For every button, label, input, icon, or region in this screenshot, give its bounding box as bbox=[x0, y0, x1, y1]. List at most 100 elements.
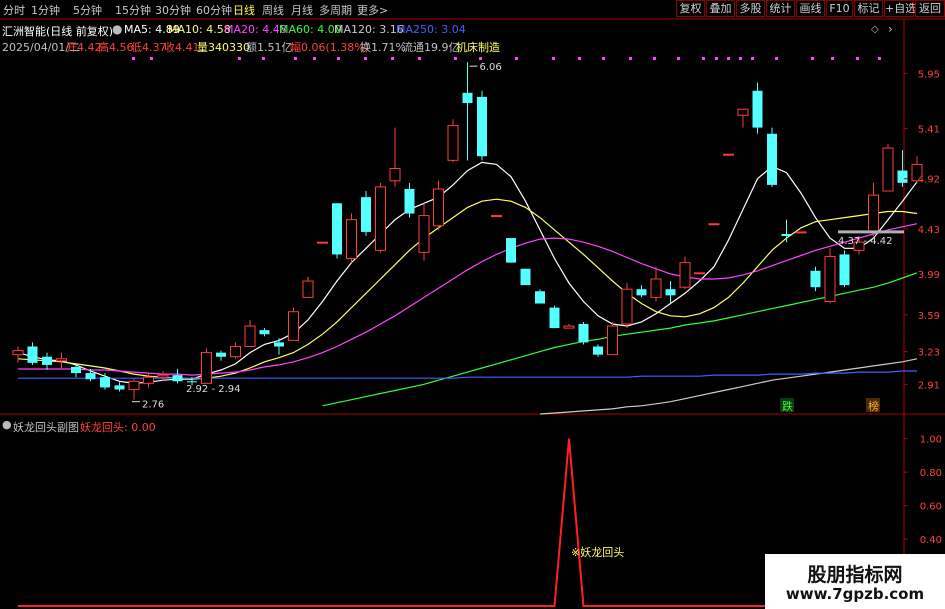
candle-body bbox=[302, 280, 314, 298]
candle-body bbox=[563, 325, 575, 329]
candle-body bbox=[404, 188, 415, 214]
marker-dot bbox=[878, 57, 881, 60]
candle bbox=[767, 127, 777, 187]
candle-body bbox=[767, 133, 777, 185]
candle-body bbox=[157, 374, 169, 378]
y-tick-label: 3.99 bbox=[918, 270, 940, 281]
ma-line-ma10 bbox=[17, 198, 918, 380]
signal-label: ※妖龙回头 bbox=[571, 545, 624, 559]
candle-body bbox=[361, 197, 371, 232]
marker-dot bbox=[811, 57, 814, 60]
candle-body bbox=[578, 323, 589, 343]
candle bbox=[346, 213, 357, 263]
candle-body bbox=[824, 255, 836, 302]
candle bbox=[723, 153, 734, 156]
candle-body bbox=[259, 330, 270, 335]
range-price-label: 4.37 - 4.42 bbox=[838, 236, 893, 247]
candle-body bbox=[520, 268, 531, 286]
candle bbox=[636, 285, 647, 298]
candle bbox=[549, 305, 560, 329]
candle-body bbox=[882, 147, 894, 192]
candle bbox=[737, 108, 749, 128]
peak-price-label: 6.06 bbox=[480, 62, 502, 73]
badge-rank-text: 榜 bbox=[868, 399, 879, 413]
candle-body bbox=[447, 125, 459, 161]
y-tick-label: 3.23 bbox=[918, 348, 940, 359]
watermark-box: 股朋指标网 www.7gpzb.com bbox=[765, 554, 945, 609]
candle-body bbox=[665, 289, 676, 296]
candle bbox=[679, 256, 691, 290]
candle bbox=[418, 203, 430, 261]
candle-body bbox=[27, 346, 38, 363]
ma-line-ma5 bbox=[17, 161, 918, 384]
candle-body bbox=[491, 215, 502, 218]
marker-dot bbox=[739, 57, 742, 60]
candle bbox=[288, 307, 299, 341]
candle bbox=[839, 250, 850, 288]
marker-dot bbox=[552, 57, 555, 60]
candle-body bbox=[636, 289, 647, 296]
candle bbox=[27, 342, 38, 365]
candle-body bbox=[375, 186, 386, 251]
marker-dot bbox=[831, 57, 834, 60]
marker-dot bbox=[364, 57, 367, 60]
marker-dot bbox=[727, 57, 730, 60]
candle bbox=[810, 266, 821, 292]
candle-body bbox=[679, 262, 691, 288]
sub-y-tick-label: 0.60 bbox=[920, 502, 942, 513]
marker-dot bbox=[294, 57, 297, 60]
candle bbox=[332, 203, 342, 259]
candle-body bbox=[607, 325, 618, 356]
ma-line-ma120 bbox=[539, 358, 918, 415]
candle-body bbox=[593, 346, 603, 355]
candle bbox=[694, 272, 705, 275]
candle-body bbox=[535, 291, 545, 304]
candle-body bbox=[346, 219, 357, 260]
sub-y-tick-label: 0.40 bbox=[920, 535, 942, 546]
marker-dot bbox=[751, 57, 754, 60]
candle bbox=[578, 321, 589, 345]
candle-body bbox=[288, 311, 299, 341]
candle-body bbox=[244, 325, 256, 347]
marker-dot bbox=[653, 57, 656, 60]
candle-body bbox=[317, 241, 328, 244]
candle-body bbox=[274, 342, 284, 347]
candle bbox=[882, 143, 894, 192]
candle bbox=[535, 289, 545, 304]
candle-body bbox=[201, 352, 212, 384]
candle-body bbox=[810, 270, 821, 288]
watermark-url: www.7gpzb.com bbox=[785, 585, 925, 603]
candle bbox=[12, 346, 24, 363]
candle bbox=[781, 219, 792, 243]
candle bbox=[795, 231, 807, 234]
candle bbox=[389, 127, 401, 187]
candle-body bbox=[650, 278, 662, 298]
y-tick-label: 5.41 bbox=[918, 125, 940, 136]
candle-body bbox=[795, 231, 807, 234]
candle bbox=[520, 268, 531, 286]
candle-body bbox=[114, 385, 125, 390]
candle-body bbox=[549, 307, 560, 329]
candle-body bbox=[100, 377, 110, 388]
candle-body bbox=[216, 352, 226, 357]
candle bbox=[433, 180, 444, 230]
marker-dot bbox=[262, 57, 265, 60]
marker-dot bbox=[715, 57, 718, 60]
candle bbox=[302, 276, 314, 298]
candle-body bbox=[332, 203, 342, 255]
candle-body bbox=[723, 153, 734, 156]
y-tick-label: 3.59 bbox=[918, 311, 940, 322]
y-tick-label: 4.43 bbox=[918, 225, 940, 236]
candle-body bbox=[85, 373, 96, 380]
candle bbox=[244, 319, 256, 347]
watermark-title: 股朋指标网 bbox=[807, 564, 903, 586]
candle-body bbox=[230, 345, 241, 358]
candle-body bbox=[128, 380, 140, 390]
sub-y-tick-label: 0.80 bbox=[920, 468, 942, 479]
candle bbox=[447, 119, 459, 163]
candle bbox=[708, 223, 720, 226]
candle-body bbox=[71, 366, 81, 374]
marker-dot bbox=[629, 57, 632, 60]
y-tick-label: 2.91 bbox=[918, 380, 940, 391]
candle bbox=[868, 182, 879, 237]
